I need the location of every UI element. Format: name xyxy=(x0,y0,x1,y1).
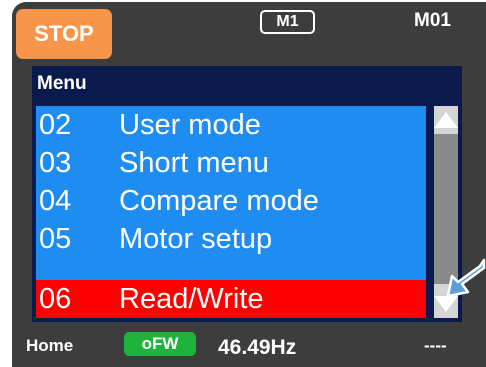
menu-list: 02 User mode 03 Short menu 04 Compare mo… xyxy=(36,106,426,318)
status-badge-label: oFW xyxy=(141,334,179,353)
stop-button[interactable]: STOP xyxy=(16,9,112,59)
frequency-readout: 46.49Hz xyxy=(218,336,297,359)
menu-item-short-menu[interactable]: 03 Short menu xyxy=(36,144,426,182)
menu-panel: 02 User mode 03 Short menu 04 Compare mo… xyxy=(32,102,430,322)
motor-badge: M1 xyxy=(260,10,315,34)
menu-item-label: Compare mode xyxy=(119,184,319,217)
menu-title-label: Menu xyxy=(37,73,87,94)
extra-readout: ---- xyxy=(424,336,447,355)
menu-item-read-write[interactable]: 06 Read/Write xyxy=(36,280,426,318)
stop-label: STOP xyxy=(34,21,94,46)
menu-item-number: 03 xyxy=(39,146,72,179)
mode-code: M01 xyxy=(414,10,451,31)
location-label: Home xyxy=(26,336,74,355)
menu-item-number: 05 xyxy=(39,222,72,255)
menu-item-label: Motor setup xyxy=(119,222,273,255)
menu-title: Menu xyxy=(32,66,462,102)
menu-item-number: 04 xyxy=(39,184,72,217)
menu-item-label: User mode xyxy=(119,108,261,141)
status-bar: Home oFW 46.49Hz ---- xyxy=(12,324,486,366)
keypad-display: STOP M1 M01 Menu 02 User mode 03 Short m… xyxy=(12,2,486,367)
triangle-up-icon[interactable] xyxy=(434,112,458,128)
menu-item-number: 06 xyxy=(39,282,72,315)
menu-item-compare-mode[interactable]: 04 Compare mode xyxy=(36,182,426,220)
menu-item-user-mode[interactable]: 02 User mode xyxy=(36,106,426,144)
pointer-arrow-icon xyxy=(446,258,486,298)
menu-item-motor-setup[interactable]: 05 Motor setup xyxy=(36,220,426,258)
motor-badge-label: M1 xyxy=(276,13,299,30)
menu-item-label: Read/Write xyxy=(119,282,264,315)
menu-item-number: 02 xyxy=(39,108,72,141)
menu-item-label: Short menu xyxy=(119,146,269,179)
status-badge: oFW xyxy=(124,332,196,356)
